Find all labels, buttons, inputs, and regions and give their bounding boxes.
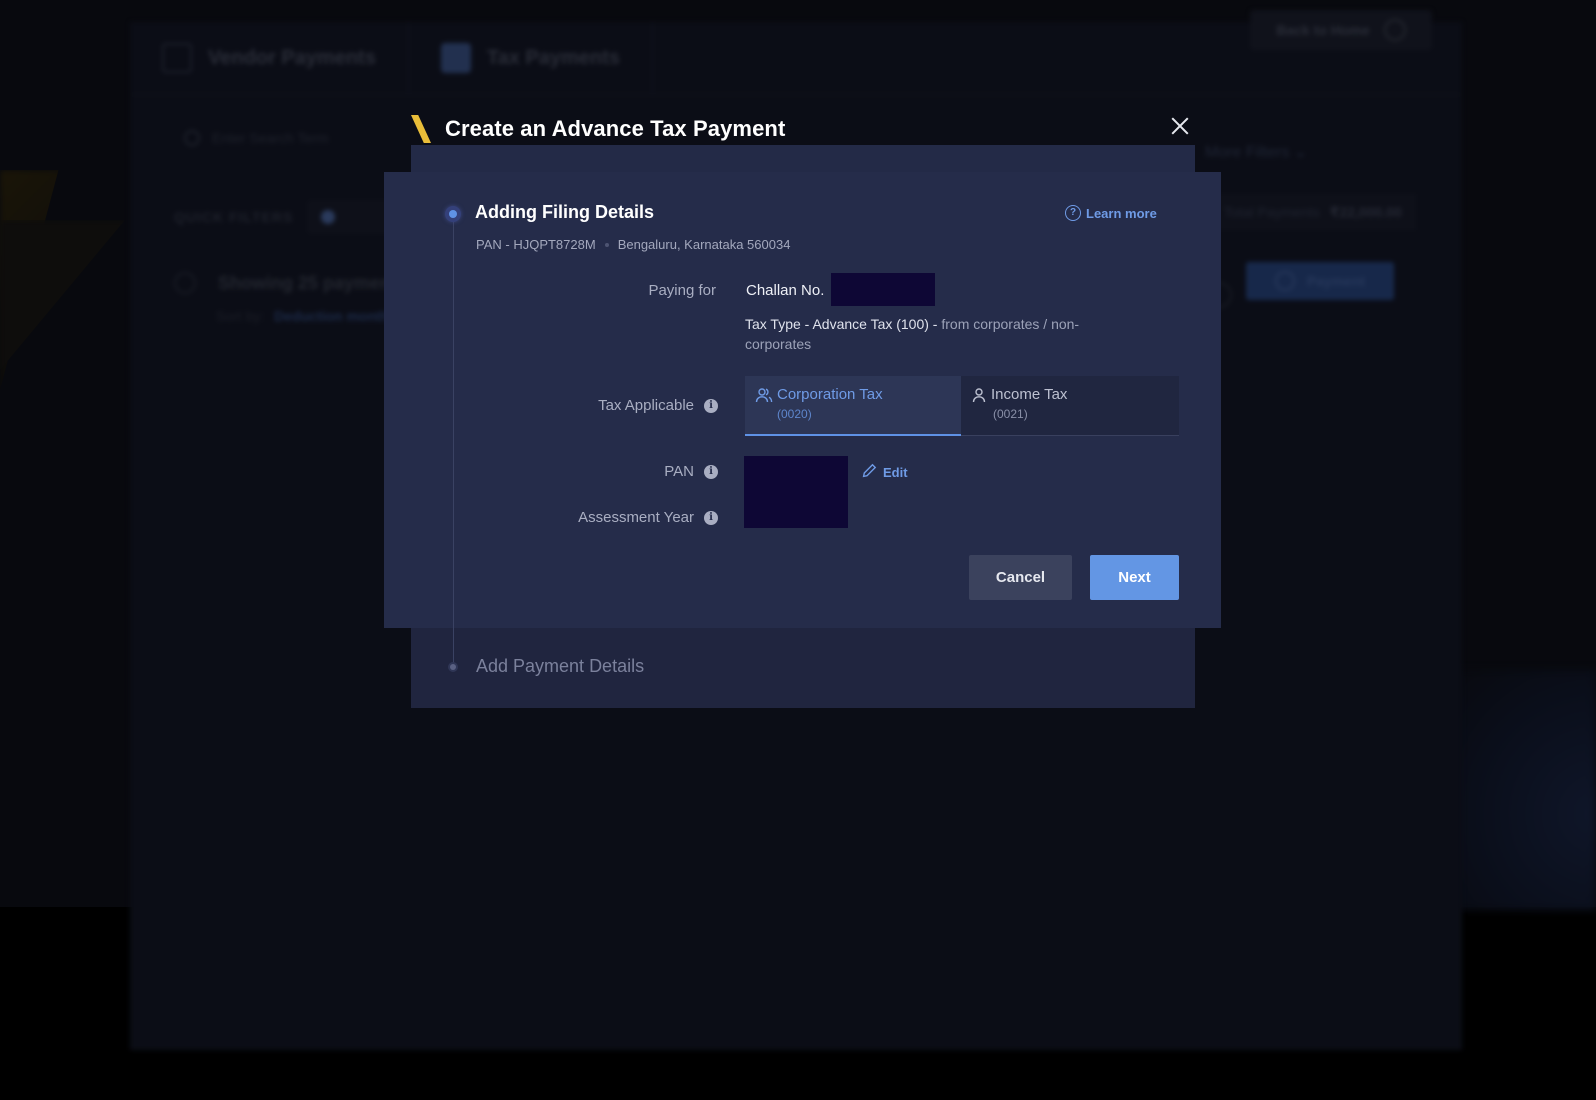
showing-count: Showing 25 payments: [174, 272, 407, 294]
step-active-dot-icon: [445, 206, 461, 222]
assessment-year-label: Assessment Year i: [520, 509, 718, 526]
more-filters-label: More Filters: [1205, 144, 1290, 161]
paying-for-text: Paying for: [648, 282, 716, 299]
learn-more-link[interactable]: ? Learn more: [1065, 205, 1157, 221]
tab-vendor-payments[interactable]: Vendor Payments: [130, 22, 409, 94]
showing-text: Showing 25 payments: [218, 272, 408, 293]
step-pending-dot-icon: [448, 662, 458, 672]
pan-label: PAN i: [560, 463, 718, 480]
sort-label: Sort by:: [216, 308, 265, 324]
total-value: ₹22,000.00: [1329, 203, 1402, 220]
tax-option-label: Corporation Tax: [777, 386, 883, 403]
separator-dot: [604, 242, 609, 247]
back-to-home-button[interactable]: Back to Home: [1250, 10, 1432, 50]
info-icon[interactable]: i: [704, 510, 718, 525]
search-icon: [184, 130, 200, 146]
help-circle-icon: ?: [1065, 205, 1081, 221]
sort-value-link[interactable]: Deduction month: [274, 308, 389, 324]
modal-title: Create an Advance Tax Payment: [445, 116, 786, 141]
plus-icon: [1274, 271, 1295, 291]
learn-more-label: Learn more: [1086, 205, 1157, 221]
assessment-year-text: Assessment Year: [578, 509, 694, 526]
add-payment-button[interactable]: Payment: [1246, 262, 1394, 300]
tax-option-code: (0020): [777, 407, 812, 421]
user-icon: [971, 387, 987, 403]
tax-applicable-label: Tax Applicable i: [520, 397, 718, 414]
step-title-filing: Adding Filing Details: [475, 202, 654, 222]
brand-stripe-icon: [411, 115, 431, 143]
challan-label: Challan No.: [746, 282, 825, 299]
tax-option-code: (0021): [993, 407, 1028, 421]
step-title-payment: Add Payment Details: [476, 656, 645, 676]
edit-label: Edit: [883, 464, 908, 480]
total-payments-badge: Total Payments ₹22,000.00: [1210, 194, 1416, 230]
cancel-button[interactable]: Cancel: [969, 555, 1072, 600]
document-icon: [440, 43, 471, 73]
info-icon[interactable]: i: [704, 398, 718, 413]
stepper-line: [453, 220, 454, 668]
tax-type-title: Tax Type - Advance Tax (100) -: [745, 316, 938, 332]
tab-label: Vendor Payments: [208, 46, 376, 69]
tab-label: Tax Payments: [486, 46, 620, 69]
filing-meta: PAN - HJQPT8728M Bengaluru, Karnataka 56…: [476, 237, 790, 252]
sort-by: Sort by: Deduction month: [216, 308, 389, 324]
tax-option-label: Income Tax: [991, 386, 1068, 403]
pencil-icon: [862, 463, 877, 481]
paying-for-label: Paying for: [560, 282, 716, 299]
chevron-down-icon: ⌄: [1293, 144, 1308, 161]
back-to-home-label: Back to Home: [1276, 22, 1370, 38]
radio-icon: [321, 210, 336, 224]
payment-button-label: Payment: [1306, 273, 1366, 289]
edit-pan-link[interactable]: Edit: [862, 463, 908, 481]
users-icon: [755, 387, 773, 403]
more-filters-button[interactable]: More Filters ⌄: [1205, 142, 1307, 162]
pan-meta: PAN - HJQPT8728M: [476, 237, 596, 252]
next-button[interactable]: Next: [1090, 555, 1179, 600]
redacted-pan-and-year: [744, 456, 848, 528]
search-placeholder: Enter Search Term: [212, 130, 329, 146]
gear-icon: [162, 43, 192, 73]
tab-tax-payments[interactable]: Tax Payments: [409, 22, 653, 94]
background-decoration: [1446, 670, 1596, 910]
pan-text: PAN: [664, 463, 694, 480]
tax-type-description: Tax Type - Advance Tax (100) - from corp…: [745, 314, 1105, 354]
home-icon: [1383, 19, 1406, 41]
quick-filters: QUICK FILTERS: [174, 200, 412, 234]
info-icon[interactable]: i: [704, 464, 718, 479]
modal-panel-top: [411, 145, 1195, 172]
total-label: Total Payments: [1224, 204, 1320, 220]
tax-option-income[interactable]: Income Tax (0021): [961, 376, 1179, 436]
modal-header: Create an Advance Tax Payment: [411, 112, 1195, 146]
location-meta: Bengaluru, Karnataka 560034: [617, 237, 791, 252]
checkbox-icon[interactable]: [174, 272, 196, 294]
quick-filters-label: QUICK FILTERS: [174, 209, 294, 225]
close-icon[interactable]: [1170, 116, 1190, 136]
redacted-challan-number: [831, 273, 935, 306]
tax-option-corporation[interactable]: Corporation Tax (0020): [745, 376, 961, 436]
tax-applicable-text: Tax Applicable: [598, 397, 694, 414]
